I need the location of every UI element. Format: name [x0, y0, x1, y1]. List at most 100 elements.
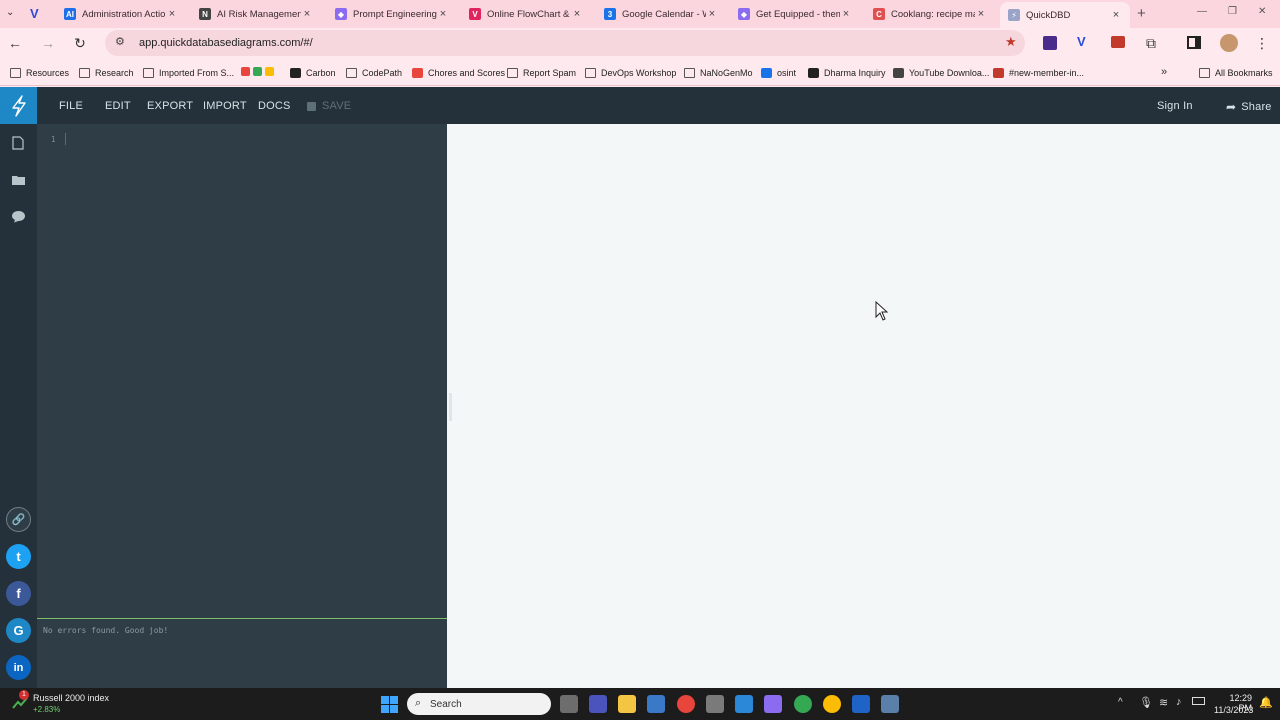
- browser-tab[interactable]: AI Administration Actio ×: [56, 2, 186, 26]
- google-icon[interactable]: G: [6, 618, 31, 643]
- menu-file[interactable]: FILE: [59, 100, 83, 112]
- twitter-icon[interactable]: t: [6, 544, 31, 569]
- tray-chevron-icon[interactable]: ^: [1118, 697, 1123, 708]
- browser-tab[interactable]: ◆ Get Equipped - them ×: [730, 2, 860, 26]
- volume-icon[interactable]: ♪: [1176, 696, 1182, 708]
- tab-title: AI Risk Management: [217, 8, 301, 20]
- close-tab-icon[interactable]: ×: [706, 8, 718, 20]
- app-icon[interactable]: [647, 695, 665, 713]
- bookmark-icon-group[interactable]: [241, 67, 274, 76]
- reload-icon[interactable]: ↻: [71, 34, 89, 52]
- browser-tab[interactable]: N AI Risk Management ×: [191, 2, 321, 26]
- linkedin-icon[interactable]: in: [6, 655, 31, 680]
- bookmark-item[interactable]: Carbon: [290, 66, 336, 80]
- close-tab-icon[interactable]: ×: [840, 8, 852, 20]
- vscode-icon[interactable]: [735, 695, 753, 713]
- tab-search-icon[interactable]: ⌄: [6, 7, 20, 21]
- calculator-icon[interactable]: [881, 695, 899, 713]
- maximize-icon[interactable]: ❐: [1228, 6, 1237, 17]
- chat-icon[interactable]: [11, 210, 26, 223]
- quickdbd-logo-icon[interactable]: [0, 87, 37, 124]
- sign-in-link[interactable]: Sign In: [1157, 100, 1193, 112]
- bookmark-item[interactable]: NaNoGenMo: [684, 66, 753, 80]
- back-icon[interactable]: ←: [6, 34, 24, 52]
- extension-v-icon[interactable]: V: [1077, 34, 1086, 49]
- site-info-icon[interactable]: ⚙: [115, 35, 125, 48]
- bookmark-item[interactable]: Research: [79, 66, 134, 80]
- close-tab-icon[interactable]: ×: [975, 8, 987, 20]
- bookmark-item[interactable]: Resources: [10, 66, 69, 80]
- menu-export[interactable]: EXPORT: [147, 100, 193, 112]
- document-icon[interactable]: [12, 136, 24, 150]
- address-bar[interactable]: ⚙ app.quickdatabasediagrams.com/#/ ★: [105, 30, 1025, 56]
- chrome-profile-icon[interactable]: [794, 695, 812, 713]
- notifications-icon[interactable]: 🔔: [1259, 696, 1273, 709]
- all-bookmarks-button[interactable]: All Bookmarks: [1199, 66, 1273, 80]
- extension-red-icon[interactable]: [1111, 36, 1125, 48]
- browser-tab[interactable]: ⚡ QuickDBD ×: [1000, 2, 1130, 28]
- close-tab-icon[interactable]: ×: [166, 8, 178, 20]
- new-tab-icon[interactable]: +: [1137, 5, 1146, 22]
- profile-avatar[interactable]: [1220, 34, 1238, 52]
- diagram-canvas[interactable]: [447, 124, 1280, 688]
- browser-tab[interactable]: ◆ Prompt Engineering ×: [327, 2, 457, 26]
- task-view-icon[interactable]: [560, 695, 578, 713]
- battery-icon[interactable]: [1192, 697, 1205, 705]
- tab-favicon-icon: V: [469, 8, 481, 20]
- taskbar-search[interactable]: ⌕ Search: [407, 693, 551, 715]
- folder-icon: [143, 68, 154, 78]
- close-tab-icon[interactable]: ×: [437, 8, 449, 20]
- bookmark-item[interactable]: Report Spam: [507, 66, 576, 80]
- tab-title: Google Calendar - W: [622, 8, 706, 20]
- app-2-icon[interactable]: [852, 695, 870, 713]
- bookmark-item[interactable]: osint: [761, 66, 796, 80]
- bookmark-star-icon[interactable]: ★: [1005, 34, 1017, 50]
- file-explorer-icon[interactable]: [618, 695, 636, 713]
- bookmark-item[interactable]: Chores and Scores: [412, 66, 505, 80]
- close-tab-icon[interactable]: ×: [571, 8, 583, 20]
- close-tab-icon[interactable]: ×: [301, 8, 313, 20]
- minimize-icon[interactable]: —: [1197, 6, 1207, 17]
- tab-favicon-icon: C: [873, 8, 885, 20]
- chrome-profile-2-icon[interactable]: [823, 695, 841, 713]
- extension-icon[interactable]: [1043, 36, 1057, 50]
- folder-icon[interactable]: [11, 174, 26, 186]
- tab-title: Administration Actio: [82, 8, 166, 20]
- link-icon[interactable]: 🔗: [6, 507, 31, 532]
- bookmark-item[interactable]: Dharma Inquiry: [808, 66, 886, 80]
- bookmark-item[interactable]: #new-member-in...: [993, 66, 1084, 80]
- widget-title[interactable]: Russell 2000 index: [33, 693, 109, 703]
- bookmark-label: osint: [777, 68, 797, 78]
- browser-menu-icon[interactable]: ⋮: [1253, 34, 1271, 52]
- bookmark-item[interactable]: Imported From S...: [143, 66, 234, 80]
- menu-import[interactable]: IMPORT: [203, 100, 247, 112]
- windows-start-icon[interactable]: [381, 696, 398, 713]
- bookmark-item[interactable]: CodePath: [346, 66, 402, 80]
- panel-splitter[interactable]: [449, 393, 452, 421]
- share-button[interactable]: ➦ Share: [1226, 100, 1272, 114]
- tab-title: Get Equipped - them: [756, 8, 840, 20]
- extensions-puzzle-icon[interactable]: ⧉: [1142, 34, 1160, 52]
- side-panel-icon[interactable]: [1187, 36, 1201, 49]
- menu-edit[interactable]: EDIT: [105, 100, 131, 112]
- close-tab-icon[interactable]: ×: [1110, 9, 1122, 21]
- obsidian-icon[interactable]: [764, 695, 782, 713]
- bookmark-item[interactable]: YouTube Downloa...: [893, 66, 989, 80]
- microphone-icon[interactable]: 🎙: [1139, 696, 1153, 709]
- pinned-tab-icon[interactable]: V: [30, 6, 39, 21]
- more-bookmarks-icon[interactable]: »: [1161, 66, 1167, 78]
- forward-icon[interactable]: →: [39, 34, 57, 52]
- save-button[interactable]: SAVE: [307, 100, 351, 112]
- browser-tab[interactable]: V Online FlowChart & D ×: [461, 2, 591, 26]
- teams-icon[interactable]: [589, 695, 607, 713]
- browser-tab[interactable]: C Cooklang: recipe ma ×: [865, 2, 995, 26]
- chrome-icon[interactable]: [677, 695, 695, 713]
- browser-tab[interactable]: 3 Google Calendar - W ×: [596, 2, 726, 26]
- bookmark-item[interactable]: DevOps Workshop: [585, 66, 676, 80]
- camera-icon[interactable]: [706, 695, 724, 713]
- schema-editor[interactable]: 1: [37, 124, 447, 618]
- wifi-icon[interactable]: ≋: [1159, 696, 1168, 709]
- close-window-icon[interactable]: ✕: [1258, 6, 1266, 17]
- facebook-icon[interactable]: f: [6, 581, 31, 606]
- menu-docs[interactable]: DOCS: [258, 100, 291, 112]
